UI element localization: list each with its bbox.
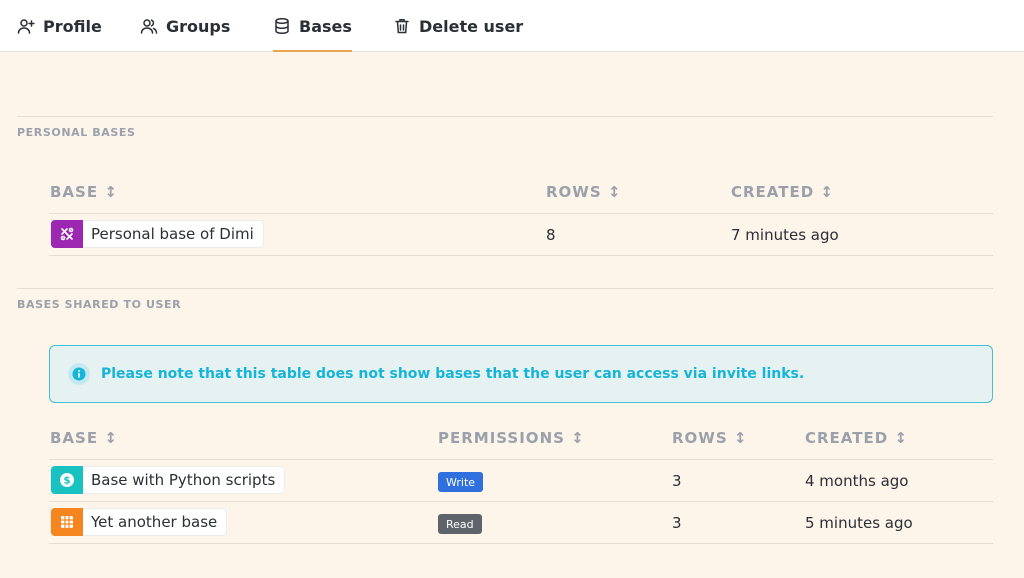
tab-label: Bases: [299, 16, 352, 36]
row-divider: [49, 501, 993, 502]
created-date: 5 minutes ago: [805, 514, 913, 532]
tab-delete-user[interactable]: Delete user: [393, 0, 523, 52]
users-icon: [140, 17, 158, 35]
user-plus-icon: [17, 17, 35, 35]
rows-count: 3: [672, 472, 682, 490]
tools-icon: [51, 220, 83, 248]
base-link[interactable]: $ Base with Python scripts: [50, 466, 286, 494]
column-header-base[interactable]: BASE ↕: [50, 183, 118, 201]
base-link[interactable]: Personal base of Dimi: [50, 220, 264, 248]
base-name: Base with Python scripts: [91, 471, 276, 489]
tab-profile[interactable]: Profile: [17, 0, 102, 52]
divider: [17, 288, 993, 289]
permission-badge: Write: [438, 472, 484, 492]
created-date: 4 months ago: [805, 472, 909, 490]
dollar-icon: $: [51, 466, 83, 494]
tab-label: Delete user: [419, 16, 524, 36]
tab-bar: Profile Groups Bases Delete user: [0, 0, 1024, 52]
row-divider: [49, 213, 993, 214]
column-header-rows[interactable]: ROWS ↕: [672, 429, 747, 447]
base-name: Yet another base: [91, 513, 218, 531]
tab-bases[interactable]: Bases: [273, 0, 352, 52]
base-link[interactable]: Yet another base: [50, 508, 228, 536]
database-icon: [273, 17, 291, 35]
tab-groups[interactable]: Groups: [140, 0, 230, 52]
row-divider: [49, 255, 993, 256]
info-icon: [68, 363, 90, 385]
tab-label: Profile: [43, 16, 102, 36]
notice-text: Please note that this table does not sho…: [101, 366, 805, 382]
column-header-created[interactable]: CREATED ↕: [805, 429, 908, 447]
column-header-rows[interactable]: ROWS ↕: [546, 183, 621, 201]
column-header-base[interactable]: BASE ↕: [50, 429, 118, 447]
rows-count: 8: [546, 226, 556, 244]
section-title-shared: BASES SHARED TO USER: [17, 298, 182, 311]
trash-icon: [393, 17, 411, 35]
base-name: Personal base of Dimi: [91, 225, 254, 243]
section-title-personal: PERSONAL BASES: [17, 126, 136, 139]
column-header-created[interactable]: CREATED ↕: [731, 183, 834, 201]
divider: [17, 116, 993, 117]
created-date: 7 minutes ago: [731, 226, 839, 244]
rows-count: 3: [672, 514, 682, 532]
row-divider: [49, 459, 993, 460]
svg-text:$: $: [64, 476, 71, 487]
tab-label: Groups: [166, 16, 231, 36]
info-notice: Please note that this table does not sho…: [49, 345, 993, 403]
row-divider: [49, 543, 993, 544]
column-header-permissions[interactable]: PERMISSIONS ↕: [438, 429, 585, 447]
grid-icon: [51, 508, 83, 536]
permission-badge: Read: [438, 514, 482, 534]
